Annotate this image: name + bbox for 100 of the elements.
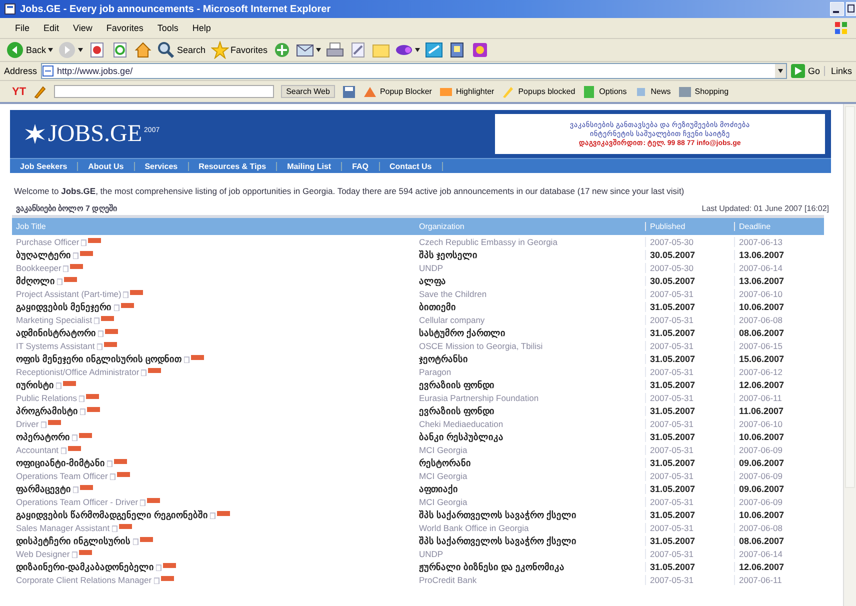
- dropdown-caret-icon[interactable]: [774, 64, 786, 78]
- table-cell: 31.05.2007: [645, 562, 734, 572]
- new-tag-icon: [78, 394, 99, 402]
- address-label: Address: [4, 66, 38, 76]
- table-cell-text: UNDP: [418, 548, 444, 558]
- star-icon: [210, 41, 229, 59]
- search-field[interactable]: [54, 85, 274, 98]
- refresh-icon[interactable]: [111, 41, 130, 59]
- menu-item[interactable]: Help: [185, 23, 218, 33]
- nav-link[interactable]: Contact Us: [380, 162, 443, 170]
- search-web-button[interactable]: Search Web: [281, 85, 335, 98]
- table-cell-text: MCI Georgia: [418, 444, 468, 454]
- job-title-link[interactable]: ფარმაცევტი: [16, 484, 71, 494]
- scrollbar[interactable]: [843, 104, 856, 606]
- dropdown-caret-icon[interactable]: [316, 48, 321, 52]
- table-cell: 2007-06-15: [734, 340, 823, 350]
- nav-link[interactable]: Services: [134, 162, 189, 170]
- table-cell-text: ბანკი რესპუბლიკა: [418, 432, 505, 442]
- job-title-link[interactable]: პროგრამისტი: [16, 406, 78, 416]
- nav-link[interactable]: FAQ: [342, 162, 380, 170]
- table-cell-text: შპს საქართველოს სავაჭრო ქსელი: [418, 536, 578, 546]
- maximize-icon[interactable]: [846, 2, 856, 16]
- job-title-link[interactable]: იურისტი: [16, 380, 54, 390]
- job-title-link[interactable]: IT Systems Assistant: [16, 340, 95, 350]
- menu-item[interactable]: File: [8, 23, 37, 33]
- table-cell-text: შპს საქართველოს სავაჭრო ქსელი: [418, 510, 578, 520]
- scroll-thumb[interactable]: [845, 106, 855, 488]
- new-tag-icon: [96, 342, 117, 350]
- table-cell: 15.06.2007: [734, 354, 823, 364]
- nav-link[interactable]: Mailing List: [277, 162, 342, 170]
- nav-link[interactable]: Resources & Tips: [188, 162, 278, 170]
- new-tag-icon: [156, 562, 176, 570]
- stop-icon[interactable]: [88, 41, 106, 59]
- job-title-link[interactable]: გაყიდვების წარმომადგენელი რეგიონებში: [16, 510, 208, 520]
- toolbar-link[interactable]: Popup Blocker: [362, 84, 432, 98]
- new-tag-icon: [60, 446, 81, 454]
- job-title-link[interactable]: დიზაინერი-დამკაბადონებელი: [16, 562, 154, 572]
- table-cell: 31.05.2007: [645, 510, 734, 520]
- table-cell: 2007-06-13: [734, 236, 823, 246]
- table-cell: 31.05.2007: [645, 484, 734, 494]
- job-title-link[interactable]: გაყიდვების მენეჯერი: [16, 302, 112, 312]
- job-title-link[interactable]: ოფის მენეჯერი ინგლისურის ცოდნით: [16, 354, 182, 364]
- pencil-icon[interactable]: [33, 84, 48, 98]
- job-title-link[interactable]: ბუღალტერი: [16, 250, 71, 260]
- table-cell: 2007-05-31: [645, 470, 734, 480]
- printer-icon[interactable]: [326, 41, 344, 59]
- menu-item[interactable]: Edit: [36, 23, 66, 33]
- nav-link[interactable]: Job Seekers: [10, 162, 78, 170]
- home-icon[interactable]: [134, 41, 152, 59]
- table-cell-text: Cheki Mediaeducation: [418, 418, 504, 428]
- new-tag-icon: [80, 406, 100, 414]
- menu-item[interactable]: Tools: [150, 23, 186, 33]
- table-cell: 2007-05-31: [645, 288, 734, 298]
- table-cell: 2007-06-11: [734, 574, 823, 584]
- new-tag-icon: [107, 458, 127, 466]
- job-title-link[interactable]: დისპეტჩერი ინგლისურის: [16, 536, 131, 546]
- table-cell-text: ProCredit Bank: [418, 574, 478, 584]
- table-cell: 13.06.2007: [734, 250, 823, 260]
- table-cell: 10.06.2007: [734, 302, 823, 312]
- page-icon: [42, 65, 54, 77]
- table-cell-text: აფთიაქი: [418, 484, 459, 494]
- job-title-link[interactable]: ადმინისტრატორი: [16, 328, 96, 338]
- dropdown-caret-icon[interactable]: [78, 48, 84, 52]
- table-cell: 31.05.2007: [645, 302, 734, 312]
- toolbar-button[interactable]: Back: [6, 41, 54, 59]
- minimize-icon[interactable]: [830, 2, 844, 16]
- new-tag-icon: [73, 484, 93, 492]
- new-tag-icon: [123, 290, 144, 298]
- address-field[interactable]: http://www.jobs.ge/: [41, 63, 787, 79]
- toolbar-link[interactable]: Shopping: [678, 84, 729, 98]
- new-tag-icon: [57, 276, 77, 284]
- menu-item[interactable]: Favorites: [99, 23, 150, 33]
- windows-logo-icon: [834, 21, 848, 35]
- job-title-link[interactable]: ოფიციანტი-მიმტანი: [16, 458, 105, 468]
- table-cell-text: სასტუმრო ქართლი: [418, 328, 507, 338]
- dropdown-caret-icon[interactable]: [48, 48, 54, 52]
- table-cell: 31.05.2007: [645, 536, 734, 546]
- edit-icon[interactable]: [348, 41, 367, 59]
- table-cell-text: ევრაზიის ფონდი: [418, 406, 496, 416]
- toolbar-button[interactable]: Search: [157, 41, 206, 59]
- highlighter-icon: [501, 84, 516, 98]
- toolbar-link[interactable]: News: [634, 84, 671, 98]
- job-title-link[interactable]: ოპერატორი: [16, 432, 70, 442]
- new-tag-icon: [72, 432, 92, 440]
- new-tag-icon: [94, 316, 114, 324]
- toolbar-link[interactable]: Popups blocked: [501, 84, 576, 98]
- toolbar-link[interactable]: Options: [582, 84, 627, 98]
- go-button[interactable]: Go: [790, 64, 820, 78]
- table-cell: 2007-06-11: [734, 392, 823, 402]
- nav-link[interactable]: About Us: [78, 162, 135, 170]
- toolbar-logo[interactable]: YT: [12, 86, 26, 98]
- toolbar-button[interactable]: Favorites: [210, 41, 268, 59]
- dropdown-caret-icon[interactable]: [414, 48, 420, 52]
- table-cell: 09.06.2007: [734, 458, 823, 468]
- table-cell: 31.05.2007: [645, 380, 734, 390]
- job-title-link[interactable]: მძღოლი: [16, 276, 55, 286]
- links-button[interactable]: Links: [824, 66, 852, 76]
- toolbar-link[interactable]: Highlighter: [438, 84, 494, 98]
- menu-item[interactable]: View: [66, 23, 100, 33]
- table-cell-text: შპს ჯეოსელი: [418, 250, 479, 260]
